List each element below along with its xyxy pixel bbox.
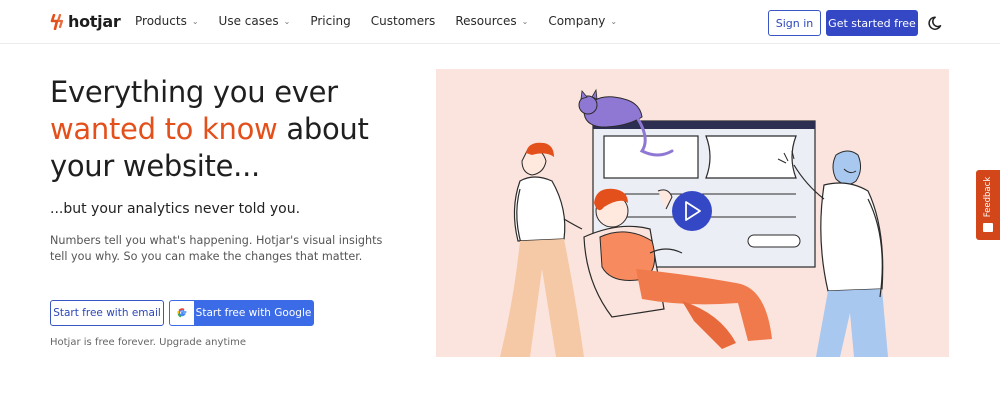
nav-item-label: Use cases: [218, 14, 279, 28]
nav-item-use-cases[interactable]: Use cases ⌄: [219, 14, 291, 28]
chevron-down-icon: ⌄: [610, 16, 618, 26]
nav-item-label: Pricing: [310, 14, 351, 28]
google-g-icon: [177, 308, 187, 318]
nav-item-pricing[interactable]: Pricing: [310, 14, 350, 28]
hotjar-logo-icon: [50, 13, 64, 30]
woman-figure: [500, 142, 584, 357]
google-button-label: Start free with Google: [195, 307, 312, 319]
hero-subheadline: ...but your analytics never told you.: [50, 201, 301, 217]
logo-text: hotjar: [68, 12, 121, 31]
main-menu: Products ⌄ Use cases ⌄ Pricing Customers…: [135, 14, 637, 28]
nav-item-company[interactable]: Company ⌄: [548, 14, 617, 28]
free-forever-note: Hotjar is free forever. Upgrade anytime: [50, 337, 247, 348]
headline-line-3: your website...: [50, 149, 260, 183]
hero-headline: Everything you ever wanted to know about…: [50, 74, 410, 185]
nav-item-label: Resources: [455, 14, 517, 28]
feedback-label: Feedback: [983, 176, 993, 218]
play-button[interactable]: [672, 191, 712, 231]
hero-illustration: [436, 69, 949, 357]
chevron-down-icon: ⌄: [191, 16, 199, 26]
nav-item-resources[interactable]: Resources ⌄: [455, 14, 528, 28]
moon-icon[interactable]: [928, 14, 946, 32]
hotjar-logo[interactable]: hotjar: [50, 12, 121, 31]
chevron-down-icon: ⌄: [521, 16, 529, 26]
sign-in-button[interactable]: Sign in: [768, 10, 821, 36]
illustration-graphic: [500, 88, 888, 357]
feedback-icon: [983, 223, 993, 232]
nav-item-label: Customers: [370, 14, 436, 28]
feedback-tab[interactable]: Feedback: [976, 170, 1000, 240]
chevron-down-icon: ⌄: [283, 16, 291, 26]
start-free-google-button[interactable]: Start free with Google: [169, 300, 314, 326]
nav-item-label: Products: [135, 14, 187, 28]
nav-item-products[interactable]: Products ⌄: [135, 14, 199, 28]
hero-body: Numbers tell you what's happening. Hotja…: [50, 234, 383, 263]
headline-line-2: about: [277, 112, 369, 146]
nav-item-label: Company: [548, 14, 606, 28]
headline-accent: wanted to know: [50, 112, 278, 146]
nav-item-customers[interactable]: Customers: [371, 14, 436, 28]
get-started-button[interactable]: Get started free: [826, 10, 918, 36]
top-navigation: hotjar Products ⌄ Use cases ⌄ Pricing Cu…: [0, 0, 1000, 44]
headline-line-1: Everything you ever: [50, 75, 338, 109]
google-icon-box: [170, 301, 194, 325]
start-free-email-button[interactable]: Start free with email: [50, 300, 164, 326]
